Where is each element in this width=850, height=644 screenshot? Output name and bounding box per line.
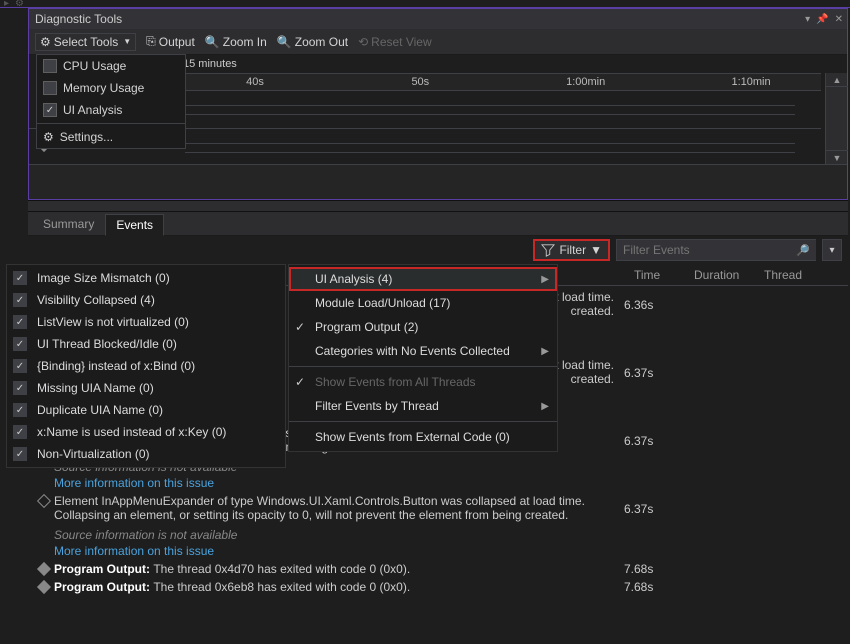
- search-options-dropdown[interactable]: ▾: [822, 239, 842, 261]
- check-icon: ✓: [295, 375, 305, 389]
- chevron-right-icon: ▶: [541, 346, 549, 357]
- chevron-right-icon: ▶: [541, 274, 549, 285]
- tick-label: 1:00min: [566, 76, 605, 88]
- check-icon: ✓: [295, 320, 305, 334]
- event-row[interactable]: Program Output: The thread 0x4d70 has ex…: [34, 560, 842, 578]
- menu-separator: [289, 421, 557, 422]
- search-field[interactable]: [623, 243, 796, 257]
- panel-header: Diagnostic Tools ▾ 📌 ✕: [29, 9, 847, 29]
- gear-icon[interactable]: ⚙: [15, 0, 24, 9]
- scroll-up-icon[interactable]: ▲: [826, 73, 848, 87]
- search-icon[interactable]: 🔎: [796, 244, 810, 257]
- filter-item-no-events[interactable]: Categories with No Events Collected ▶: [289, 339, 557, 363]
- checkbox-checked-icon[interactable]: ✓: [13, 271, 27, 285]
- checkbox-icon[interactable]: [43, 81, 57, 95]
- scroll-down-icon[interactable]: ▼: [826, 150, 848, 164]
- diamond-filled-icon: [34, 580, 54, 592]
- select-tools-menu[interactable]: CPU Usage Memory Usage ✓ UI Analysis ⚙ S…: [36, 54, 186, 149]
- menu-item-settings[interactable]: ⚙ Settings...: [37, 126, 185, 148]
- filter-item-program-output[interactable]: ✓ Program Output (2): [289, 315, 557, 339]
- submenu-item[interactable]: ✓Duplicate UIA Name (0): [7, 399, 285, 421]
- submenu-item[interactable]: ✓Visibility Collapsed (4): [7, 289, 285, 311]
- filter-item-external-code[interactable]: Show Events from External Code (0): [289, 425, 557, 449]
- tab-summary[interactable]: Summary: [32, 213, 105, 235]
- zoom-in-button[interactable]: 🔍 Zoom In: [205, 35, 267, 49]
- event-row[interactable]: Element InAppMenuExpander of type Window…: [34, 492, 842, 524]
- checkbox-checked-icon[interactable]: ✓: [13, 381, 27, 395]
- chevron-down-icon: ▼: [123, 37, 131, 46]
- search-input[interactable]: 🔎: [616, 239, 816, 261]
- filter-item-module[interactable]: Module Load/Unload (17): [289, 291, 557, 315]
- session-label: 15 minutes: [183, 58, 237, 70]
- checkbox-checked-icon[interactable]: ✓: [13, 315, 27, 329]
- checkbox-checked-icon[interactable]: ✓: [13, 293, 27, 307]
- output-icon: ⎘: [146, 34, 156, 49]
- zoom-out-button[interactable]: 🔍 Zoom Out: [277, 35, 348, 49]
- filter-dropdown[interactable]: Filter ▼: [533, 239, 610, 261]
- reset-icon: ⟲: [358, 35, 368, 49]
- checkbox-checked-icon[interactable]: ✓: [13, 447, 27, 461]
- checkbox-icon[interactable]: [43, 59, 57, 73]
- timeline-scrollbar[interactable]: ▲ ▼: [825, 73, 847, 164]
- collapse-icon[interactable]: ▸: [4, 0, 9, 9]
- magnifier-plus-icon: 🔍: [205, 35, 220, 49]
- submenu-item[interactable]: ✓ListView is not virtualized (0): [7, 311, 285, 333]
- tick-label: 50s: [411, 76, 429, 88]
- checkbox-checked-icon[interactable]: ✓: [13, 359, 27, 373]
- menu-item-cpu-usage[interactable]: CPU Usage: [37, 55, 185, 77]
- diamond-filled-icon: [34, 562, 54, 574]
- funnel-icon: [541, 243, 555, 257]
- tick-label: 1:10min: [731, 76, 770, 88]
- chevron-right-icon: ▶: [541, 401, 549, 412]
- submenu-item[interactable]: ✓{Binding} instead of x:Bind (0): [7, 355, 285, 377]
- filter-menu[interactable]: UI Analysis (4) ▶ Module Load/Unload (17…: [288, 264, 558, 452]
- menu-item-memory-usage[interactable]: Memory Usage: [37, 77, 185, 99]
- tick-label: 40s: [246, 76, 264, 88]
- tabs: Summary Events: [28, 212, 848, 236]
- pin-icon[interactable]: 📌: [816, 14, 828, 25]
- event-row[interactable]: Source information is not available More…: [34, 524, 842, 560]
- menu-separator: [289, 366, 557, 367]
- event-row[interactable]: Program Output: The thread 0x6eb8 has ex…: [34, 578, 842, 596]
- window-menu-icon[interactable]: ▾: [805, 14, 810, 25]
- submenu-item[interactable]: ✓Non-Virtualization (0): [7, 443, 285, 465]
- diamond-outline-icon: [34, 494, 54, 506]
- submenu-item[interactable]: ✓x:Name is used instead of x:Key (0): [7, 421, 285, 443]
- select-tools-dropdown[interactable]: ⚙ Select Tools ▼: [35, 33, 136, 51]
- filter-item-ui-analysis[interactable]: UI Analysis (4) ▶: [289, 267, 557, 291]
- menu-item-ui-analysis[interactable]: ✓ UI Analysis: [37, 99, 185, 121]
- checkbox-checked-icon[interactable]: ✓: [13, 403, 27, 417]
- filter-item-all-threads: ✓ Show Events from All Threads: [289, 370, 557, 394]
- gear-icon: ⚙: [40, 35, 51, 49]
- submenu-item[interactable]: ✓UI Thread Blocked/Idle (0): [7, 333, 285, 355]
- close-icon[interactable]: ✕: [835, 14, 843, 25]
- timeline-ruler[interactable]: 40s 50s 1:00min 1:10min: [185, 73, 821, 91]
- chevron-down-icon: ▼: [590, 243, 602, 257]
- submenu-item[interactable]: ✓Image Size Mismatch (0): [7, 267, 285, 289]
- submenu-item[interactable]: ✓Missing UIA Name (0): [7, 377, 285, 399]
- gear-icon: ⚙: [43, 130, 54, 144]
- menu-separator: [37, 123, 185, 124]
- tab-events[interactable]: Events: [105, 214, 164, 236]
- checkbox-checked-icon[interactable]: ✓: [13, 337, 27, 351]
- more-info-link[interactable]: More information on this issue: [54, 542, 614, 558]
- magnifier-minus-icon: 🔍: [277, 35, 292, 49]
- checkbox-checked-icon[interactable]: ✓: [13, 425, 27, 439]
- more-info-link[interactable]: More information on this issue: [54, 474, 614, 490]
- ui-analysis-submenu[interactable]: ✓Image Size Mismatch (0) ✓Visibility Col…: [6, 264, 286, 468]
- checkbox-checked-icon[interactable]: ✓: [43, 103, 57, 117]
- reset-view-button[interactable]: ⟲ Reset View: [358, 35, 432, 49]
- output-button[interactable]: ⎘ Output: [146, 34, 195, 49]
- panel-title: Diagnostic Tools: [33, 12, 805, 26]
- filter-item-by-thread[interactable]: Filter Events by Thread ▶: [289, 394, 557, 418]
